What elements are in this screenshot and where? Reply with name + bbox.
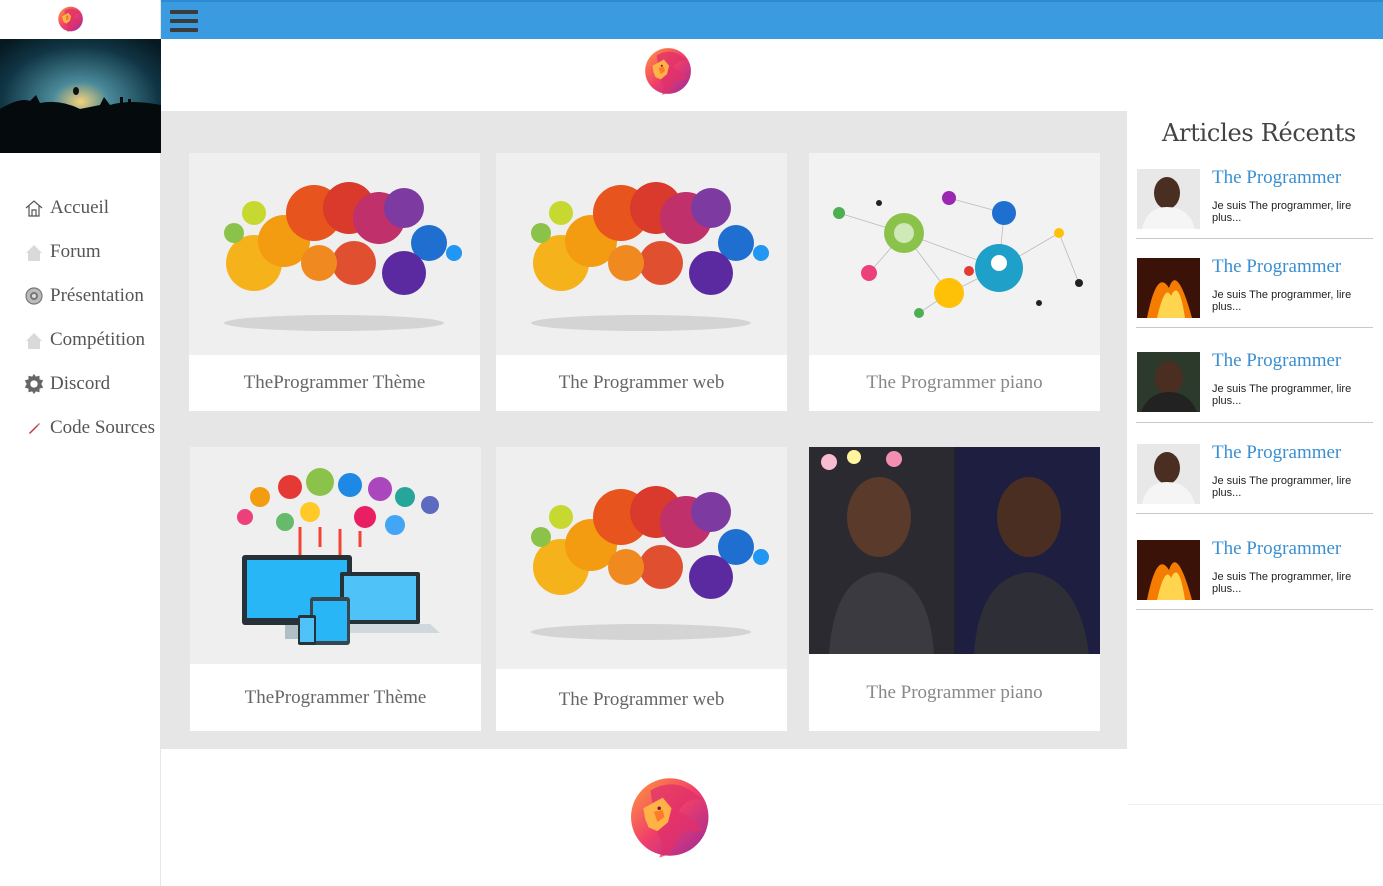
sidebar-nav: Accueil Forum Présentation Compétition D… <box>0 186 161 450</box>
card-image-devices-cloud <box>190 447 481 664</box>
recent-article-item[interactable]: The Programmer Je suis The programmer, l… <box>1136 538 1373 610</box>
gear-icon <box>23 373 45 395</box>
nav-item-accueil[interactable]: Accueil <box>0 186 161 230</box>
article-excerpt: Je suis The programmer, lire plus... <box>1212 475 1352 499</box>
pencil-icon <box>23 417 45 439</box>
article-card[interactable]: The Programmer web <box>496 447 787 731</box>
card-image-social-clouds <box>189 153 480 355</box>
article-title-link[interactable]: The Programmer <box>1212 538 1341 560</box>
nav-item-label: Discord <box>50 373 111 394</box>
sidebar: Accueil Forum Présentation Compétition D… <box>0 0 161 886</box>
article-thumbnail <box>1137 258 1200 318</box>
article-grid: TheProgrammer Thème The Programmer web T… <box>161 111 1127 749</box>
article-excerpt: Je suis The programmer, lire plus... <box>1212 289 1352 313</box>
article-title-link[interactable]: The Programmer <box>1212 350 1341 372</box>
article-thumbnail <box>1137 444 1200 504</box>
nav-item-code-sources[interactable]: Code Sources <box>0 406 161 450</box>
site-logo[interactable] <box>56 4 84 34</box>
nav-item-label: Présentation <box>50 285 144 306</box>
sidebar-banner-image <box>0 39 161 153</box>
article-excerpt: Je suis The programmer, lire plus... <box>1212 571 1352 595</box>
card-image-social-clouds <box>496 153 787 355</box>
nav-item-label: Code Sources <box>50 417 156 438</box>
article-thumbnail <box>1137 540 1200 600</box>
footer-logo[interactable] <box>624 773 712 861</box>
nav-item-forum[interactable]: Forum <box>0 230 161 274</box>
card-caption: The Programmer web <box>558 372 725 393</box>
card-caption: TheProgrammer Thème <box>244 686 427 708</box>
nav-item-discord[interactable]: Discord <box>0 362 161 406</box>
article-title-link[interactable]: The Programmer <box>1212 167 1341 189</box>
nav-item-presentation[interactable]: Présentation <box>0 274 161 318</box>
article-card[interactable]: TheProgrammer Thème <box>189 153 480 411</box>
card-caption: TheProgrammer Thème <box>243 372 426 393</box>
recent-article-item[interactable]: The Programmer Je suis The programmer, l… <box>1136 350 1373 423</box>
recent-article-item[interactable]: The Programmer Je suis The programmer, l… <box>1136 256 1373 328</box>
nav-item-competition[interactable]: Compétition <box>0 318 161 362</box>
nav-item-label: Compétition <box>50 329 145 350</box>
recent-articles-title: Articles Récents <box>1162 119 1356 147</box>
nav-item-label: Accueil <box>50 197 110 218</box>
settings-wheel-icon <box>23 285 45 307</box>
recent-article-item[interactable]: The Programmer Je suis The programmer, l… <box>1136 442 1373 514</box>
article-thumbnail <box>1137 352 1200 412</box>
article-thumbnail <box>1137 169 1200 229</box>
article-card[interactable]: The Programmer piano <box>809 153 1100 411</box>
article-excerpt: Je suis The programmer, lire plus... <box>1212 383 1352 407</box>
card-image-network <box>809 153 1100 355</box>
recent-article-item[interactable]: The Programmer Je suis The programmer, l… <box>1136 167 1373 239</box>
nav-item-label: Forum <box>50 241 101 262</box>
article-card[interactable]: The Programmer web <box>496 153 787 411</box>
recent-articles-panel: Articles Récents The Programmer Je suis … <box>1128 111 1383 805</box>
card-image-photo-grid <box>809 447 1100 654</box>
hamburger-menu-button[interactable] <box>169 7 199 35</box>
home-icon <box>23 197 45 219</box>
top-bar <box>161 0 1383 39</box>
card-caption: The Programmer piano <box>866 372 1043 393</box>
header-logo[interactable] <box>641 45 693 97</box>
card-caption: The Programmer piano <box>866 681 1043 703</box>
house-icon <box>23 241 45 263</box>
card-caption: The Programmer web <box>558 689 725 710</box>
article-excerpt: Je suis The programmer, lire plus... <box>1212 200 1352 224</box>
article-title-link[interactable]: The Programmer <box>1212 442 1341 464</box>
article-title-link[interactable]: The Programmer <box>1212 256 1341 278</box>
article-card[interactable]: The Programmer piano <box>809 447 1100 731</box>
card-image-social-clouds <box>496 447 787 669</box>
article-card[interactable]: TheProgrammer Thème <box>190 447 481 731</box>
house-icon <box>23 329 45 351</box>
